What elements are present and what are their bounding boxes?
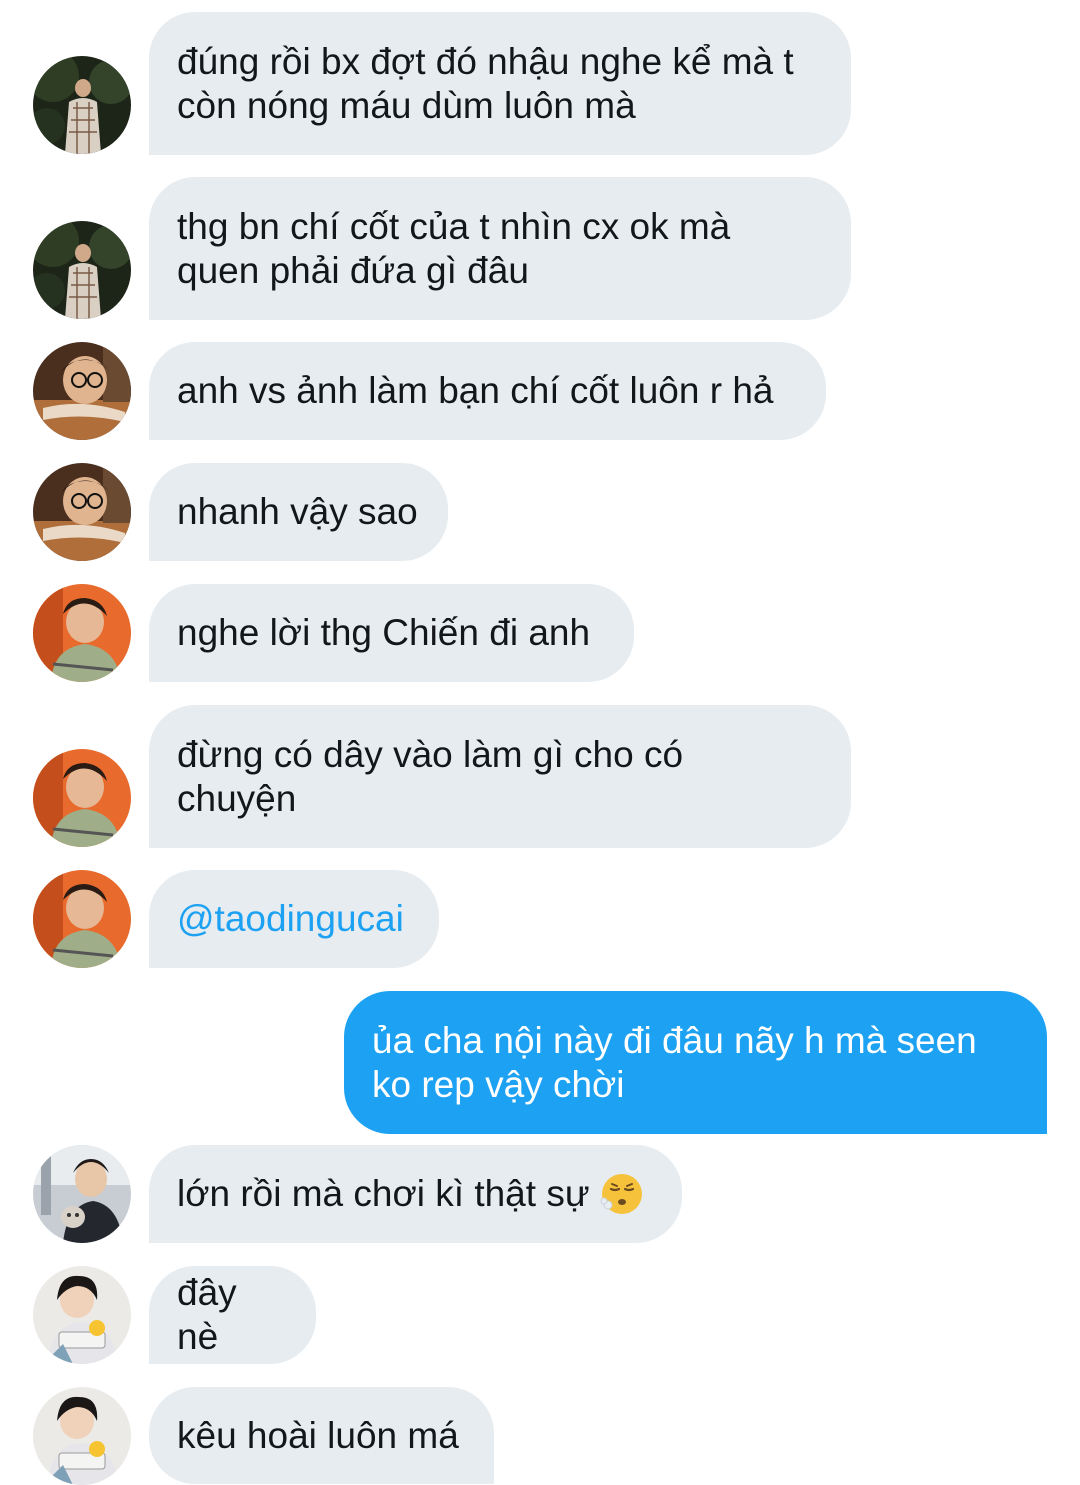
message-text: ủa cha nội này đi đâu nãy h mà seen ko r… [372,1019,977,1105]
message-text: nhanh vậy sao [177,491,418,532]
avatar[interactable] [33,870,131,968]
avatar[interactable] [33,342,131,440]
message-text: thg bn chí cốt của t nhìn cx ok mà quen … [177,205,731,291]
message-bubble[interactable]: thg bn chí cốt của t nhìn cx ok mà quen … [149,177,851,320]
mention-link[interactable]: @taodingucai [177,897,404,941]
avatar[interactable] [33,749,131,847]
user-photo [33,1266,131,1364]
message-text: đúng rồi bx đợt đó nhậu nghe kể mà t còn… [177,40,794,126]
message-text: kêu hoài luôn má [177,1414,459,1456]
message-bubble[interactable]: @taodingucai [149,870,439,968]
avatar[interactable] [33,221,131,319]
message-bubble[interactable]: nghe lời thg Chiến đi anh [149,584,634,682]
avatar[interactable] [33,584,131,682]
user-photo [33,870,131,968]
user-photo [33,342,131,440]
message-text: anh vs ảnh làm bạn chí cốt luôn r hả [177,370,774,411]
user-photo [33,463,131,561]
user-photo [33,221,131,319]
face-exhaling-emoji [600,1174,642,1214]
message-bubble[interactable]: anh vs ảnh làm bạn chí cốt luôn r hả [149,342,826,440]
message-bubble[interactable]: đây nè [149,1266,316,1364]
message-text: nghe lời thg Chiến đi anh [177,612,591,653]
user-photo [33,1387,131,1485]
user-photo [33,1145,131,1243]
message-bubble[interactable]: nhanh vậy sao [149,463,448,561]
avatar[interactable] [33,1145,131,1243]
avatar[interactable] [33,56,131,154]
user-photo [33,56,131,154]
avatar[interactable] [33,463,131,561]
message-bubble[interactable]: đúng rồi bx đợt đó nhậu nghe kể mà t còn… [149,12,851,155]
message-bubble[interactable]: kêu hoài luôn má [149,1387,494,1484]
message-bubble[interactable]: đừng có dây vào làm gì cho có chuyện [149,705,851,848]
avatar[interactable] [33,1387,131,1485]
user-photo [33,749,131,847]
avatar[interactable] [33,1266,131,1364]
outgoing-message-bubble[interactable]: ủa cha nội này đi đâu nãy h mà seen ko r… [344,991,1047,1134]
message-bubble[interactable]: lớn rồi mà chơi kì thật sự [149,1145,682,1243]
user-photo [33,584,131,682]
message-text: đừng có dây vào làm gì cho có chuyện [177,733,684,819]
message-text: lớn rồi mà chơi kì thật sự [177,1173,590,1214]
message-text: đây nè [177,1272,247,1357]
